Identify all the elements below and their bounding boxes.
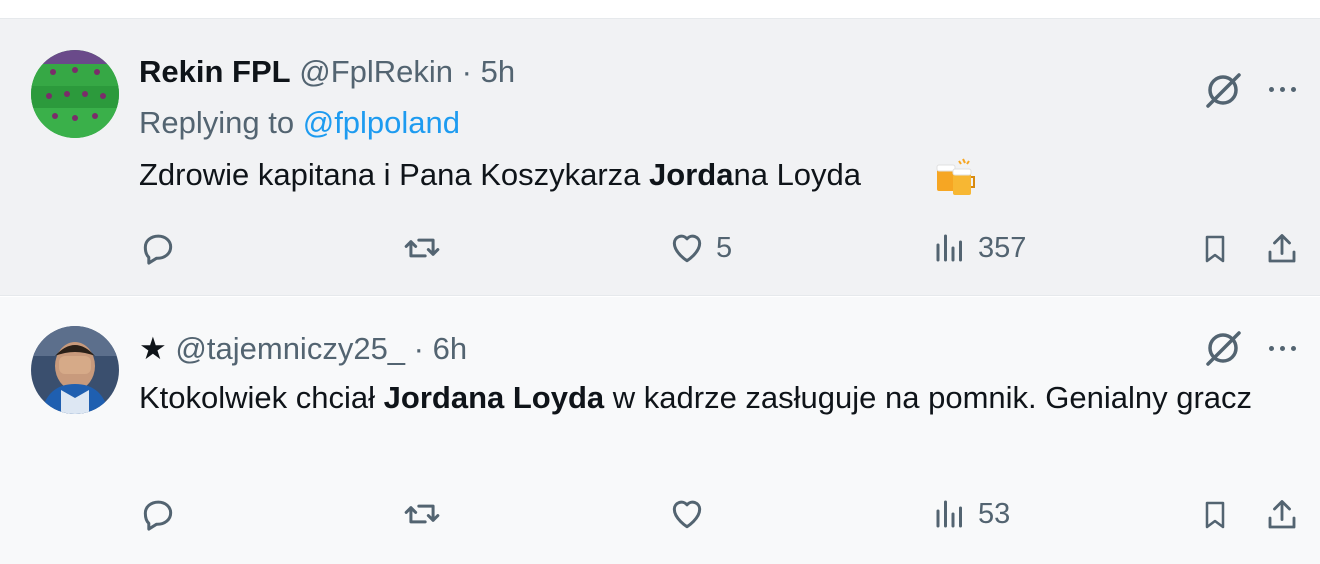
views-icon bbox=[936, 500, 962, 528]
reply-icon bbox=[143, 234, 173, 265]
tweet-text-part: w kadrze zasługuje na pomnik. Genialny g… bbox=[604, 380, 1253, 415]
replying-mention-link[interactable]: @fplpoland bbox=[303, 105, 460, 140]
author-name[interactable]: Rekin FPL bbox=[139, 54, 291, 89]
tweet-text: Zdrowie kapitana i Pana Koszykarza Jorda… bbox=[139, 152, 1289, 212]
top-strip bbox=[0, 0, 1320, 18]
repost-icon bbox=[404, 238, 440, 258]
tweet-meta: Rekin FPL @FplRekin · 5h bbox=[139, 54, 515, 90]
views-count: 357 bbox=[978, 231, 1027, 264]
avatar[interactable] bbox=[31, 326, 119, 414]
like-button[interactable] bbox=[668, 495, 716, 533]
views-count: 53 bbox=[978, 497, 1011, 530]
more-icon[interactable] bbox=[1260, 71, 1304, 107]
tweet-text-highlight: Jordana Loyda bbox=[383, 380, 605, 415]
tweet-text-part: Ktokolwiek chciał bbox=[139, 380, 384, 415]
replying-to: Replying to @fplpoland bbox=[139, 105, 460, 141]
grok-icon[interactable] bbox=[1201, 326, 1245, 370]
repost-icon bbox=[404, 504, 440, 524]
repost-button[interactable] bbox=[402, 495, 452, 533]
tweet-meta: ★ @tajemniczy25_ · 6h bbox=[139, 331, 467, 367]
views-button[interactable]: 357 bbox=[932, 229, 1026, 267]
tweet[interactable]: ★ @tajemniczy25_ · 6h Ktokolwiek chciał … bbox=[0, 297, 1320, 564]
timestamp[interactable]: 5h bbox=[481, 54, 515, 89]
reply-icon bbox=[143, 500, 173, 531]
author-handle[interactable]: @tajemniczy25_ bbox=[175, 331, 405, 366]
bookmark-icon[interactable] bbox=[1196, 229, 1234, 269]
share-icon[interactable] bbox=[1263, 495, 1301, 535]
share-icon[interactable] bbox=[1263, 229, 1301, 269]
views-icon bbox=[936, 234, 962, 262]
timestamp[interactable]: 6h bbox=[433, 331, 467, 366]
tweet[interactable]: Rekin FPL @FplRekin · 5h Replying to @fp… bbox=[0, 18, 1320, 296]
author-handle[interactable]: @FplRekin bbox=[299, 54, 453, 89]
like-icon bbox=[672, 234, 702, 263]
meta-separator: · bbox=[413, 331, 424, 366]
tweet-text-highlight: Jorda bbox=[649, 157, 734, 192]
more-icon[interactable] bbox=[1260, 330, 1304, 366]
meta-separator: · bbox=[461, 54, 472, 89]
tweet-text-part: Zdrowie kapitana i Pana Koszykarza bbox=[139, 157, 650, 192]
reply-button[interactable] bbox=[139, 229, 187, 267]
repost-button[interactable] bbox=[402, 229, 452, 267]
replying-prefix: Replying to bbox=[139, 105, 295, 140]
grok-icon[interactable] bbox=[1201, 68, 1245, 112]
avatar[interactable] bbox=[31, 50, 119, 138]
tweet-text: Ktokolwiek chciał Jordana Loyda w kadrze… bbox=[139, 375, 1289, 421]
tweet-text-part: na Loyda bbox=[733, 157, 862, 192]
reply-button[interactable] bbox=[139, 495, 187, 533]
beer-emoji-icon bbox=[936, 158, 975, 195]
bookmark-icon[interactable] bbox=[1196, 495, 1234, 535]
like-icon bbox=[672, 500, 702, 529]
like-count: 5 bbox=[716, 231, 733, 264]
views-button[interactable]: 53 bbox=[932, 495, 1010, 533]
beer-emoji: 🍻 bbox=[870, 170, 912, 212]
like-button[interactable]: 5 bbox=[668, 229, 732, 267]
author-name[interactable]: ★ bbox=[139, 331, 167, 366]
